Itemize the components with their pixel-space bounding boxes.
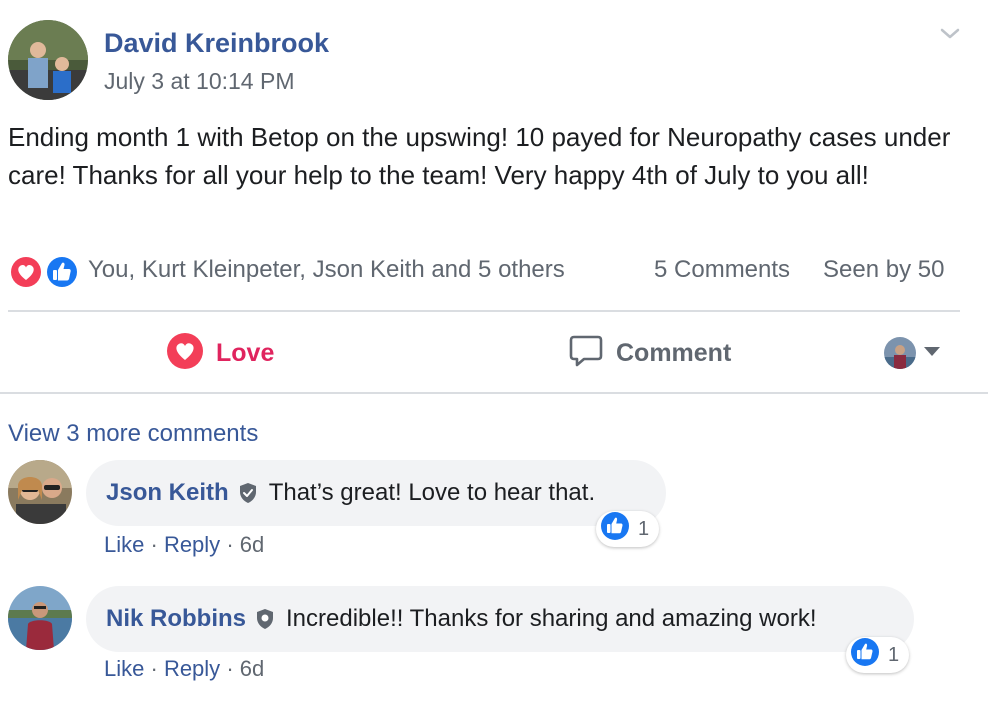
love-reaction-icon — [9, 255, 43, 289]
commenter-name[interactable]: Json Keith — [106, 479, 229, 507]
like-reaction-icon — [600, 511, 630, 547]
separator-dot: · — [150, 532, 164, 557]
comment-age[interactable]: 6d — [240, 532, 264, 557]
divider — [8, 310, 960, 312]
comment-bubble: Json Keith That’s great! Love to hear th… — [86, 460, 666, 526]
separator-dot: · — [226, 656, 240, 681]
like-reaction-icon — [850, 637, 880, 673]
comments-count[interactable]: 5 Comments — [654, 256, 790, 284]
like-reaction-icon — [45, 255, 79, 289]
comment-reply-link[interactable]: Reply — [164, 656, 220, 681]
post-card: David Kreinbrook July 3 at 10:14 PM Endi… — [0, 0, 988, 702]
comment-reaction-count[interactable]: 1 — [596, 511, 660, 547]
reaction-count: 1 — [638, 517, 650, 540]
comment-bubble: Nik Robbins Incredible!! Thanks for shar… — [86, 586, 914, 652]
author-name[interactable]: David Kreinbrook — [104, 28, 329, 59]
seen-by-count[interactable]: Seen by 50 — [823, 256, 944, 284]
comment-text: That’s great! Love to hear that. — [268, 479, 596, 506]
comment-like-link[interactable]: Like — [104, 532, 144, 557]
comment-text: Incredible!! Thanks for sharing and amaz… — [286, 605, 817, 632]
commenter-avatar[interactable] — [8, 586, 72, 650]
love-button-label: Love — [216, 338, 275, 367]
reaction-icons[interactable] — [8, 254, 84, 290]
comment-reply-link[interactable]: Reply — [164, 532, 220, 557]
comment-bubble-icon — [568, 333, 604, 374]
reaction-names[interactable]: You, Kurt Kleinpeter, Json Keith and 5 o… — [88, 256, 565, 284]
comment-meta: Like · Reply · 6d — [104, 656, 264, 682]
reaction-count: 1 — [888, 643, 900, 666]
comment-reaction-count[interactable]: 1 — [846, 637, 910, 673]
comment-age[interactable]: 6d — [240, 656, 264, 681]
post-as-selector[interactable] — [884, 334, 942, 372]
author-avatar[interactable] — [8, 20, 88, 100]
love-icon — [166, 332, 204, 375]
commenter-avatar[interactable] — [8, 460, 72, 524]
separator-dot: · — [150, 656, 164, 681]
post-body-text: Ending month 1 with Betop on the upswing… — [8, 122, 951, 190]
love-button[interactable]: Love — [166, 332, 275, 375]
chevron-down-icon[interactable] — [936, 22, 964, 44]
verified-shield-icon — [237, 482, 259, 504]
current-user-avatar — [884, 337, 916, 369]
divider — [0, 392, 988, 394]
comment-meta: Like · Reply · 6d — [104, 532, 264, 558]
comment-like-link[interactable]: Like — [104, 656, 144, 681]
shield-badge-icon — [254, 608, 276, 630]
reactions-summary: You, Kurt Kleinpeter, Json Keith and 5 o… — [8, 252, 968, 292]
post-timestamp[interactable]: July 3 at 10:14 PM — [104, 68, 295, 95]
commenter-name[interactable]: Nik Robbins — [106, 605, 246, 633]
comment-button-label: Comment — [616, 338, 732, 367]
view-more-comments-link[interactable]: View 3 more comments — [8, 420, 258, 448]
caret-down-icon — [922, 344, 942, 363]
comment-button[interactable]: Comment — [568, 334, 731, 372]
separator-dot: · — [226, 532, 240, 557]
